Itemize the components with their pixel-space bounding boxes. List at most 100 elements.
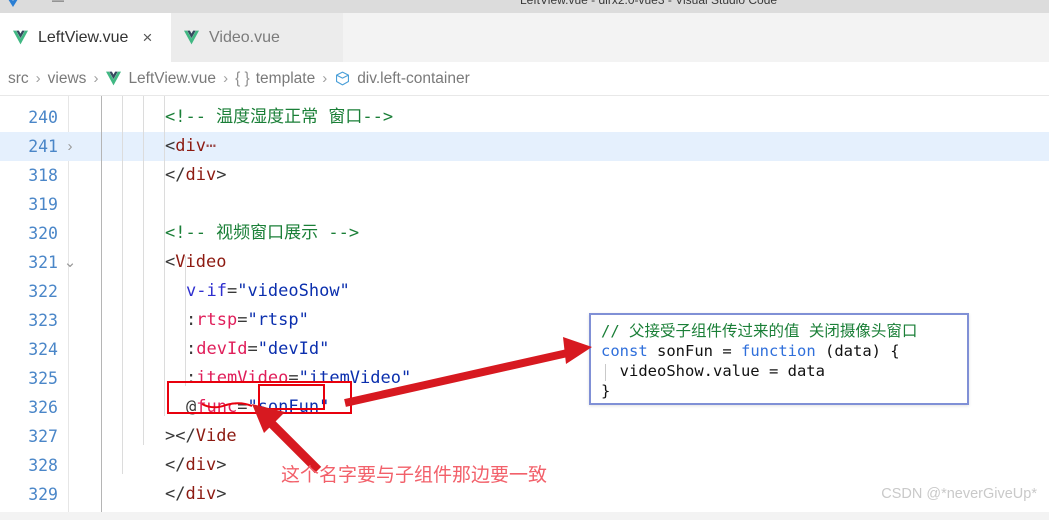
code-token: rtsp xyxy=(196,310,238,330)
code-text: <!-- 温度湿度正常 窗口--> xyxy=(165,103,393,132)
code-token: = xyxy=(237,310,248,330)
code-token: < xyxy=(165,136,176,156)
code-token: @ xyxy=(186,397,197,417)
code-text: ></Vide xyxy=(165,422,237,451)
window-menu[interactable]: — xyxy=(52,0,66,7)
line-number: 329 xyxy=(28,485,58,504)
code-token: Video xyxy=(175,252,227,272)
code-token: <!-- 温度湿度正常 窗口--> xyxy=(165,107,394,127)
breadcrumb-item-leftview[interactable]: LeftView.vue xyxy=(105,70,216,88)
breadcrumb-separator: › xyxy=(223,70,229,87)
popup-indent-guide xyxy=(605,364,606,381)
line-number: 241 xyxy=(28,137,58,156)
code-line[interactable]: 241 › <div⋯ xyxy=(0,132,1049,161)
breadcrumb-item-src[interactable]: src xyxy=(8,70,29,88)
popup-code-lines: // 父接受子组件传过来的值 关闭摄像头窗口 const sonFun = fun… xyxy=(601,321,957,401)
popup-code-token: const xyxy=(601,342,648,360)
tab-leftview-vue[interactable]: LeftView.vue × xyxy=(0,13,171,62)
line-number: 318 xyxy=(28,166,58,185)
popup-code-token: } xyxy=(601,382,611,400)
code-text: :rtsp="rtsp" xyxy=(186,306,309,335)
close-icon[interactable]: × xyxy=(142,29,152,46)
code-token: > xyxy=(216,484,227,504)
indent-guide xyxy=(164,96,165,416)
code-tooltip-popup: // 父接受子组件传过来的值 关闭摄像头窗口 const sonFun = fun… xyxy=(589,313,969,405)
code-line[interactable]: 240 <!-- 温度湿度正常 窗口--> xyxy=(0,103,1049,132)
breadcrumb-item-div-left-container[interactable]: div.left-container xyxy=(334,70,470,88)
code-token: ⋯ xyxy=(205,136,218,156)
fold-chevron-icon[interactable]: ⌄ xyxy=(62,248,78,277)
line-number: 319 xyxy=(28,195,58,214)
status-bar xyxy=(0,512,1049,520)
code-token: div xyxy=(185,455,217,475)
code-line[interactable]: 321 ⌄ <Video xyxy=(0,248,1049,277)
code-token: div xyxy=(185,484,217,504)
code-token: = xyxy=(247,339,258,359)
breadcrumb-label: template xyxy=(255,69,316,87)
line-number: 239 xyxy=(0,96,58,103)
indent-guide xyxy=(101,96,102,520)
breadcrumb-separator: › xyxy=(35,70,41,87)
cube-icon xyxy=(334,70,351,87)
line-number: 324 xyxy=(28,340,58,359)
indent-guide xyxy=(122,96,123,474)
code-token: > xyxy=(216,165,227,185)
code-token: div xyxy=(185,165,217,185)
breadcrumb-item-views[interactable]: views xyxy=(48,70,87,88)
code-line[interactable]: 318 </div> xyxy=(0,161,1049,190)
tab-label: Video.vue xyxy=(209,28,280,46)
popup-code-token: // 父接受子组件传过来的值 关闭摄像头窗口 xyxy=(601,322,918,340)
tab-bar-empty-area xyxy=(343,13,1049,62)
code-token: "devId" xyxy=(257,339,330,359)
code-line[interactable]: 239 xyxy=(0,96,1049,103)
code-token: : xyxy=(186,368,197,388)
fold-chevron-icon[interactable]: › xyxy=(62,132,78,161)
breadcrumb-label: src xyxy=(8,69,29,87)
line-number: 327 xyxy=(28,427,58,446)
code-line[interactable]: 322 v-if="videoShow" xyxy=(0,277,1049,306)
line-number: 326 xyxy=(28,398,58,417)
vue-icon xyxy=(12,30,29,45)
popup-code-line: // 父接受子组件传过来的值 关闭摄像头窗口 xyxy=(601,321,957,341)
code-line[interactable]: 320 <!-- 视频窗口展示 --> xyxy=(0,219,1049,248)
code-text: </div> xyxy=(165,451,226,480)
vue-icon xyxy=(105,71,122,86)
code-token: div xyxy=(175,136,206,156)
window-title: LeftView.vue - dlrx2.0-vue3 - Visual Stu… xyxy=(520,0,778,7)
code-token: "sonFun" xyxy=(247,397,330,417)
code-token: <!-- 视频窗口展示 --> xyxy=(165,223,360,243)
breadcrumb-label: LeftView.vue xyxy=(128,69,217,87)
line-number: 325 xyxy=(28,369,58,388)
code-token: = xyxy=(288,368,299,388)
tab-label: LeftView.vue xyxy=(38,28,129,46)
code-token: </ xyxy=(165,455,186,475)
line-number: 240 xyxy=(28,108,58,127)
app-logo-icon xyxy=(4,0,22,10)
code-token: : xyxy=(186,339,197,359)
code-token: = xyxy=(237,397,248,417)
editor-tab-bar: LeftView.vue × Video.vue xyxy=(0,13,1049,63)
code-token: </ xyxy=(165,165,186,185)
line-number: 322 xyxy=(28,282,58,301)
line-number: 323 xyxy=(28,311,58,330)
code-token: Vide xyxy=(195,426,237,446)
code-line[interactable]: 327 ></Vide xyxy=(0,422,1049,451)
breadcrumb-label: views xyxy=(47,69,87,87)
code-text: </div> xyxy=(165,480,226,509)
code-editor[interactable]: 239240<!-- 温度湿度正常 窗口-->241›<div⋯318</div… xyxy=(0,96,1049,520)
code-token: ></ xyxy=(165,426,196,446)
code-text: v-if="videoShow" xyxy=(186,277,350,306)
code-token: = xyxy=(226,281,238,301)
code-token: "itemVideo" xyxy=(298,368,412,388)
tab-video-vue[interactable]: Video.vue xyxy=(171,13,343,62)
breadcrumb-item-template[interactable]: { } template xyxy=(235,70,315,88)
code-text: :itemVideo="itemVideo" xyxy=(186,364,411,393)
popup-code-token: (data) { xyxy=(815,342,900,360)
code-token: "rtsp" xyxy=(247,310,309,330)
popup-code-token: sonFun = xyxy=(647,342,741,360)
code-text: <div⋯ xyxy=(165,132,217,161)
braces-icon: { } xyxy=(235,69,250,87)
breadcrumb-label: div.left-container xyxy=(357,69,470,87)
code-line[interactable]: 319 xyxy=(0,190,1049,219)
code-text: <!-- 视频窗口展示 --> xyxy=(165,219,359,248)
